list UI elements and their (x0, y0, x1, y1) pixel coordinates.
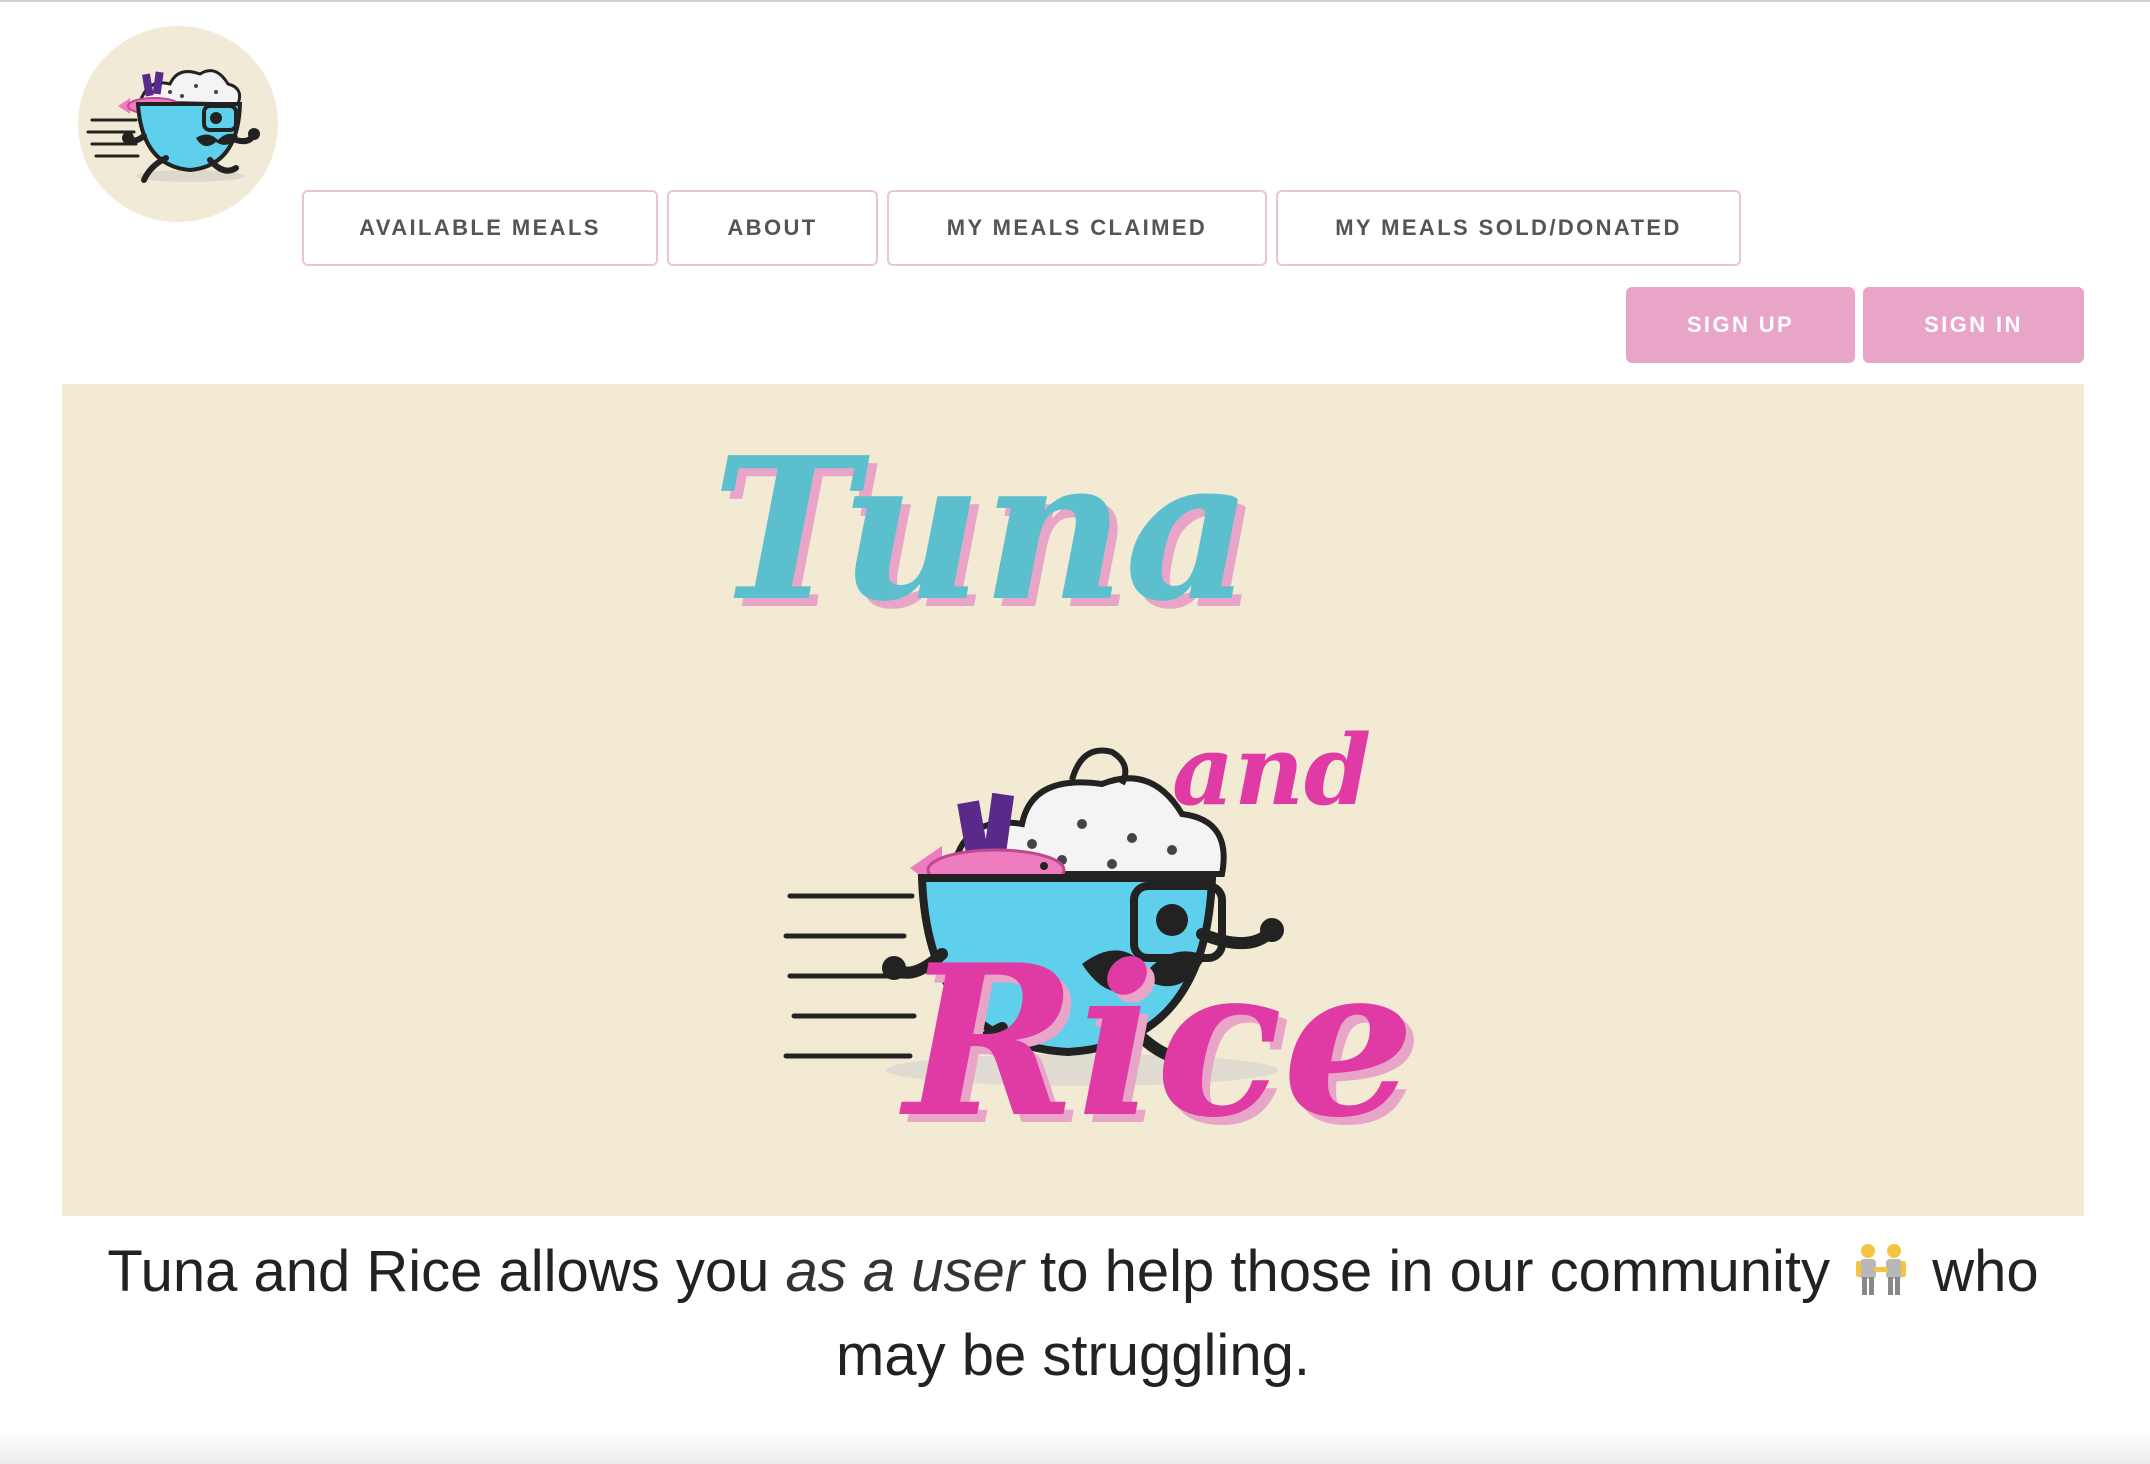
tagline-text-1: Tuna and Rice allows you (107, 1239, 786, 1304)
nav-available-meals[interactable]: AVAILABLE MEALS (302, 190, 658, 266)
two-people-holding-hands-icon (1852, 1241, 1910, 1299)
svg-text:Rice: Rice (899, 920, 1415, 1164)
page: AVAILABLE MEALS ABOUT MY MEALS CLAIMED M… (0, 0, 2150, 1464)
hero-word-rice: Rice Rice (899, 920, 1423, 1172)
tagline-text-2: to help those in our community (1024, 1239, 1847, 1304)
tagline-emphasis: as a user (785, 1239, 1025, 1304)
hero-word-and: and (1172, 714, 1371, 827)
sign-up-button[interactable]: SIGN UP (1626, 287, 1855, 363)
logo[interactable] (78, 26, 278, 222)
nav-about[interactable]: ABOUT (667, 190, 878, 266)
nav-my-meals-sold-donated[interactable]: MY MEALS SOLD/DONATED (1276, 190, 1741, 266)
svg-text:Tuna: Tuna (712, 415, 1252, 645)
running-rice-bowl-mascot-icon (86, 69, 260, 183)
hero-word-tuna: Tuna Tuna (712, 415, 1260, 653)
hero-banner: Tuna Tuna and Rice Rice (62, 384, 2084, 1216)
bottom-edge-shadow (0, 1428, 2150, 1464)
nav-my-meals-claimed[interactable]: MY MEALS CLAIMED (887, 190, 1267, 266)
hero-logo-image: Tuna Tuna and Rice Rice (712, 415, 1423, 1172)
tagline: Tuna and Rice allows you as a user to he… (62, 1230, 2084, 1398)
sign-in-button[interactable]: SIGN IN (1863, 287, 2084, 363)
